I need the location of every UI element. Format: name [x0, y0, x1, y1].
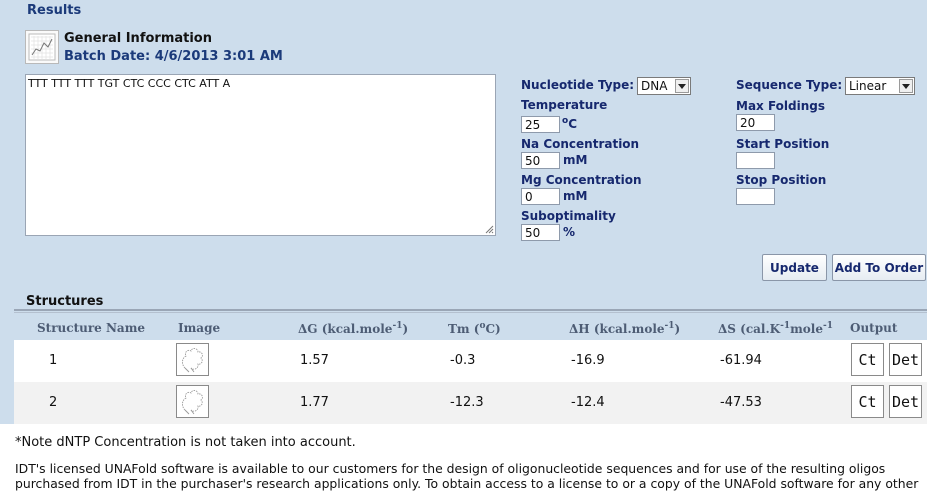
suboptimality-unit: %	[563, 225, 576, 239]
temperature-unit: oC	[562, 116, 577, 131]
nucleotide-type-select[interactable]: DNA	[637, 77, 691, 95]
divider	[14, 309, 927, 311]
header-delta-g: ΔG (kcal.mole-1)	[298, 321, 408, 336]
delta-g-cell: 1.57	[300, 353, 329, 368]
header-tm: Tm (oC)	[448, 321, 501, 336]
nucleotide-type-value: DNA	[641, 79, 668, 93]
header-delta-h-sup: -1	[664, 321, 675, 331]
batch-date: Batch Date: 4/6/2013 3:01 AM	[64, 49, 283, 64]
update-button[interactable]: Update	[762, 254, 827, 281]
ct-button[interactable]: Ct	[851, 385, 884, 418]
structure-icon	[182, 348, 203, 373]
start-position-input[interactable]	[736, 152, 775, 169]
structure-name-cell: 1	[49, 353, 58, 368]
delta-s-cell: -61.94	[720, 353, 762, 368]
license-note-line1: IDT's licensed UNAFold software is avail…	[15, 461, 886, 476]
general-info-title: General Information	[64, 31, 212, 46]
header-delta-g-text: ΔG (kcal.mole	[298, 322, 393, 336]
dntp-note: *Note dNTP Concentration is not taken in…	[15, 435, 356, 450]
header-delta-h: ΔH (kcal.mole-1)	[569, 321, 680, 336]
header-delta-g-sup: -1	[392, 321, 403, 331]
suboptimality-input[interactable]	[521, 224, 560, 241]
header-tm-close: C)	[485, 322, 501, 336]
sequence-type-value: Linear	[849, 79, 887, 93]
tm-cell: -12.3	[450, 395, 484, 410]
divider	[14, 312, 927, 313]
ct-button[interactable]: Ct	[851, 343, 884, 376]
general-info-chart-icon	[25, 30, 59, 64]
stop-position-input[interactable]	[736, 188, 775, 205]
temperature-label: Temperature	[521, 98, 608, 112]
add-to-order-button[interactable]: Add To Order	[832, 254, 926, 281]
temperature-unit-c: C	[568, 117, 577, 131]
start-position-label: Start Position	[736, 137, 830, 151]
structure-thumbnail[interactable]	[176, 385, 209, 418]
mg-concentration-input[interactable]	[521, 188, 560, 205]
header-delta-s-text: ΔS (cal.K	[718, 322, 781, 336]
header-structure-name: Structure Name	[37, 321, 146, 335]
structure-name-cell: 2	[49, 395, 58, 410]
chevron-down-icon[interactable]	[899, 79, 913, 93]
results-title: Results	[27, 3, 82, 18]
structure-thumbnail[interactable]	[176, 343, 209, 376]
header-output: Output	[850, 321, 898, 335]
nucleotide-type-label: Nucleotide Type:	[521, 78, 635, 92]
header-delta-s-sup1: -1	[780, 321, 791, 331]
header-delta-s-mid: mole	[790, 322, 823, 336]
mg-concentration-label: Mg Concentration	[521, 173, 642, 187]
delta-h-cell: -16.9	[571, 353, 605, 368]
det-button[interactable]: Det	[889, 385, 922, 418]
mg-unit: mM	[563, 189, 588, 203]
chevron-down-icon[interactable]	[675, 79, 689, 93]
delta-h-cell: -12.4	[571, 395, 605, 410]
na-concentration-label: Na Concentration	[521, 137, 640, 151]
delta-g-cell: 1.77	[300, 395, 329, 410]
sequence-textarea[interactable]	[25, 74, 496, 236]
delta-s-cell: -47.53	[720, 395, 762, 410]
resize-grip-icon[interactable]	[485, 225, 494, 234]
header-delta-g-close: )	[402, 322, 409, 336]
tm-cell: -0.3	[450, 353, 476, 368]
temperature-input[interactable]	[521, 116, 560, 133]
suboptimality-label: Suboptimality	[521, 209, 616, 223]
max-foldings-input[interactable]	[736, 114, 775, 131]
na-unit: mM	[563, 153, 588, 167]
sequence-type-label: Sequence Type:	[736, 78, 843, 92]
na-concentration-input[interactable]	[521, 152, 560, 169]
det-button[interactable]: Det	[889, 343, 922, 376]
stop-position-label: Stop Position	[736, 173, 827, 187]
sequence-type-select[interactable]: Linear	[845, 77, 915, 95]
header-tm-text: Tm (	[448, 322, 480, 336]
structure-icon	[182, 390, 203, 415]
max-foldings-label: Max Foldings	[736, 99, 826, 113]
header-delta-s: ΔS (cal.K-1mole-1	[718, 321, 833, 336]
header-delta-s-sup2: -1	[823, 321, 833, 331]
license-note-line2: purchased from IDT in the purchaser's re…	[15, 476, 919, 491]
header-delta-h-text: ΔH (kcal.mole	[569, 322, 665, 336]
structures-title: Structures	[26, 294, 104, 309]
header-delta-h-close: )	[674, 322, 681, 336]
header-image: Image	[178, 321, 221, 335]
